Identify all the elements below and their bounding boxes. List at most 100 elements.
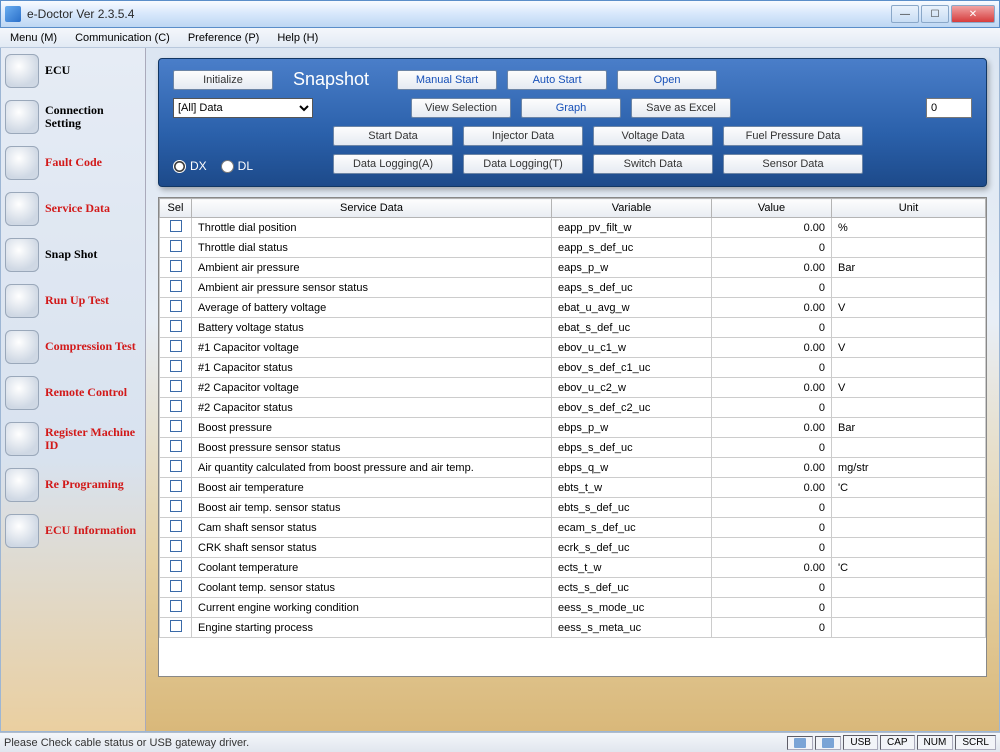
voltage-data-button[interactable]: Voltage Data [593,126,713,146]
checkbox-icon[interactable] [170,400,182,412]
sidebar-item-run-up-test[interactable]: Run Up Test [1,278,145,324]
checkbox-icon[interactable] [170,360,182,372]
table-row[interactable]: Boost air temp. sensor statusebts_s_def_… [160,498,986,518]
checkbox-icon[interactable] [170,560,182,572]
sidebar-item-ecu-information[interactable]: ECU Information [1,508,145,554]
checkbox-icon[interactable] [170,420,182,432]
table-row[interactable]: Ambient air pressureeaps_p_w0.00Bar [160,258,986,278]
save-excel-button[interactable]: Save as Excel [631,98,731,118]
row-checkbox-cell[interactable] [160,378,192,398]
sensor-data-button[interactable]: Sensor Data [723,154,863,174]
checkbox-icon[interactable] [170,280,182,292]
checkbox-icon[interactable] [170,580,182,592]
start-data-button[interactable]: Start Data [333,126,453,146]
manual-start-button[interactable]: Manual Start [397,70,497,90]
table-row[interactable]: CRK shaft sensor statusecrk_s_def_uc0 [160,538,986,558]
row-checkbox-cell[interactable] [160,538,192,558]
row-checkbox-cell[interactable] [160,338,192,358]
radio-dx[interactable]: DX [173,159,207,173]
row-checkbox-cell[interactable] [160,218,192,238]
auto-start-button[interactable]: Auto Start [507,70,607,90]
minimize-button[interactable]: — [891,5,919,23]
table-row[interactable]: Coolant temp. sensor statusects_s_def_uc… [160,578,986,598]
col-sel[interactable]: Sel [160,199,192,218]
row-checkbox-cell[interactable] [160,578,192,598]
table-row[interactable]: Boost pressureebps_p_w0.00Bar [160,418,986,438]
checkbox-icon[interactable] [170,340,182,352]
row-checkbox-cell[interactable] [160,598,192,618]
row-checkbox-cell[interactable] [160,458,192,478]
graph-button[interactable]: Graph [521,98,621,118]
col-value[interactable]: Value [712,199,832,218]
row-checkbox-cell[interactable] [160,438,192,458]
menu-help[interactable]: Help (H) [271,30,324,46]
checkbox-icon[interactable] [170,220,182,232]
checkbox-icon[interactable] [170,240,182,252]
menu-preference[interactable]: Preference (P) [182,30,266,46]
radio-dl[interactable]: DL [221,159,253,173]
checkbox-icon[interactable] [170,500,182,512]
checkbox-icon[interactable] [170,440,182,452]
table-row[interactable]: Throttle dial statuseapp_s_def_uc0 [160,238,986,258]
row-checkbox-cell[interactable] [160,618,192,638]
sidebar-item-compression-test[interactable]: Compression Test [1,324,145,370]
row-checkbox-cell[interactable] [160,498,192,518]
table-row[interactable]: #2 Capacitor statusebov_s_def_c2_uc0 [160,398,986,418]
close-button[interactable]: ✕ [951,5,995,23]
table-row[interactable]: #1 Capacitor statusebov_s_def_c1_uc0 [160,358,986,378]
col-unit[interactable]: Unit [832,199,986,218]
initialize-button[interactable]: Initialize [173,70,273,90]
snapshot-index-spinner[interactable] [926,98,972,118]
checkbox-icon[interactable] [170,520,182,532]
row-checkbox-cell[interactable] [160,418,192,438]
row-checkbox-cell[interactable] [160,358,192,378]
checkbox-icon[interactable] [170,260,182,272]
checkbox-icon[interactable] [170,600,182,612]
view-selection-button[interactable]: View Selection [411,98,511,118]
data-logging-t-button[interactable]: Data Logging(T) [463,154,583,174]
table-row[interactable]: #2 Capacitor voltageebov_u_c2_w0.00V [160,378,986,398]
col-variable[interactable]: Variable [552,199,712,218]
checkbox-icon[interactable] [170,480,182,492]
row-checkbox-cell[interactable] [160,478,192,498]
sidebar-item-ecu[interactable]: ECU [1,48,145,94]
data-logging-a-button[interactable]: Data Logging(A) [333,154,453,174]
switch-data-button[interactable]: Switch Data [593,154,713,174]
menu-menu[interactable]: Menu (M) [4,30,63,46]
sidebar-item-connection-setting[interactable]: Connection Setting [1,94,145,140]
sidebar-item-fault-code[interactable]: Fault Code [1,140,145,186]
table-row[interactable]: Throttle dial positioneapp_pv_filt_w0.00… [160,218,986,238]
row-checkbox-cell[interactable] [160,258,192,278]
checkbox-icon[interactable] [170,380,182,392]
injector-data-button[interactable]: Injector Data [463,126,583,146]
row-checkbox-cell[interactable] [160,398,192,418]
row-checkbox-cell[interactable] [160,318,192,338]
col-service[interactable]: Service Data [192,199,552,218]
open-button[interactable]: Open [617,70,717,90]
sidebar-item-register-machine-id[interactable]: Register Machine ID [1,416,145,462]
sidebar-item-service-data[interactable]: Service Data [1,186,145,232]
row-checkbox-cell[interactable] [160,298,192,318]
row-checkbox-cell[interactable] [160,518,192,538]
checkbox-icon[interactable] [170,300,182,312]
fuel-pressure-button[interactable]: Fuel Pressure Data [723,126,863,146]
sidebar-item-remote-control[interactable]: Remote Control [1,370,145,416]
table-row[interactable]: Boost air temperatureebts_t_w0.00'C [160,478,986,498]
maximize-button[interactable]: ☐ [921,5,949,23]
table-row[interactable]: Cam shaft sensor statusecam_s_def_uc0 [160,518,986,538]
checkbox-icon[interactable] [170,460,182,472]
table-row[interactable]: Battery voltage statusebat_s_def_uc0 [160,318,986,338]
row-checkbox-cell[interactable] [160,278,192,298]
table-row[interactable]: #1 Capacitor voltageebov_u_c1_w0.00V [160,338,986,358]
checkbox-icon[interactable] [170,320,182,332]
checkbox-icon[interactable] [170,620,182,632]
row-checkbox-cell[interactable] [160,558,192,578]
table-row[interactable]: Current engine working conditioneess_s_m… [160,598,986,618]
sidebar-item-re-programing[interactable]: Re Programing [1,462,145,508]
table-row[interactable]: Engine starting processeess_s_meta_uc0 [160,618,986,638]
table-row[interactable]: Average of battery voltageebat_u_avg_w0.… [160,298,986,318]
table-row[interactable]: Air quantity calculated from boost press… [160,458,986,478]
table-row[interactable]: Boost pressure sensor statusebps_s_def_u… [160,438,986,458]
data-filter-combo[interactable]: [All] Data [173,98,313,118]
checkbox-icon[interactable] [170,540,182,552]
